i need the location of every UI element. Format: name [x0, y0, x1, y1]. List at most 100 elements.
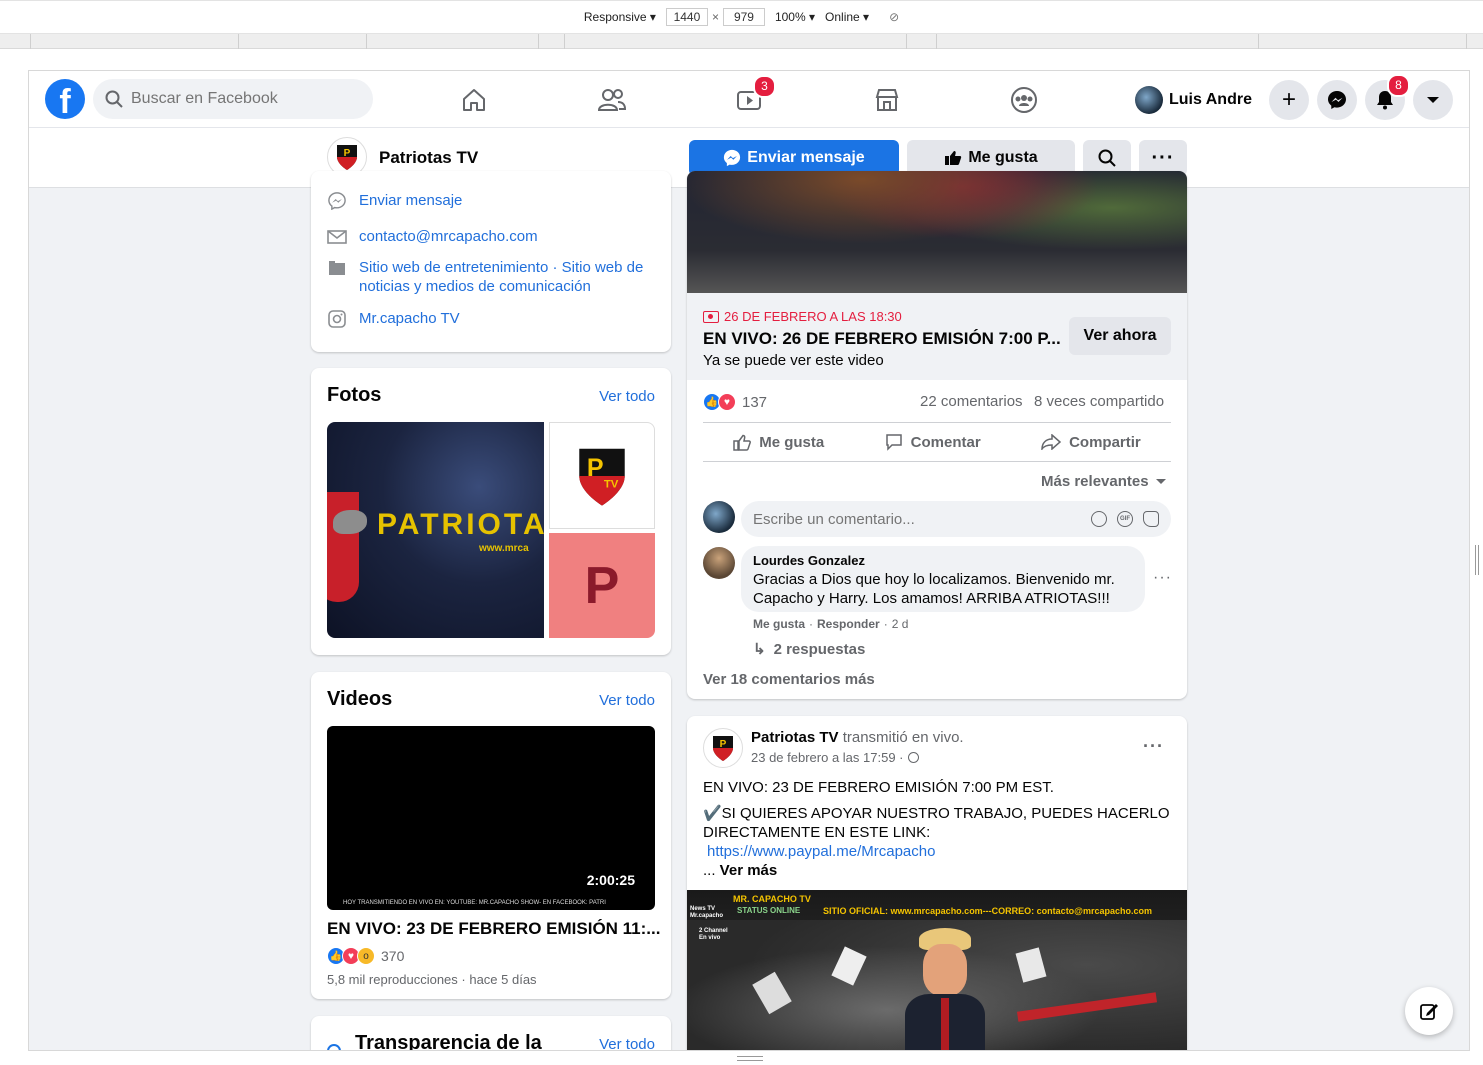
search-box[interactable] — [93, 79, 373, 119]
watch-icon[interactable]: 3 — [729, 75, 776, 119]
live-subtitle: Ya se puede ver este video — [703, 352, 884, 369]
about-categories[interactable]: Sitio web de entretenimiento · Sitio web… — [327, 258, 647, 296]
post-time[interactable]: 23 de febrero a las 17:59 · — [751, 750, 904, 765]
comment-like-link[interactable]: Me gusta — [753, 617, 805, 631]
send-message-label: Enviar mensaje — [747, 149, 865, 166]
page-title[interactable]: Patriotas TV — [379, 148, 478, 168]
photo-letter-tile[interactable]: P — [549, 533, 655, 638]
gif-icon[interactable]: GIF — [1117, 511, 1133, 527]
view-replies-link[interactable]: ↳ 2 respuestas — [753, 640, 865, 659]
about-send-message[interactable]: Enviar mensaje — [327, 191, 462, 211]
video-title[interactable]: EN VIVO: 23 DE FEBRERO EMISIÓN 11:... — [327, 919, 660, 939]
video-thumbnail[interactable]: 2:00:25 HOY TRANSMITIENDO EN VIVO EN: YO… — [327, 726, 655, 910]
photo-logo[interactable]: P TV — [549, 422, 655, 529]
thumb-status: STATUS ONLINE — [737, 906, 801, 915]
post-author[interactable]: Patriotas TV — [751, 729, 839, 746]
videos-see-all-link[interactable]: Ver todo — [599, 692, 655, 709]
messenger-button[interactable] — [1317, 80, 1357, 120]
profile-name: Luis Andre — [1169, 91, 1252, 108]
viewport-width-input[interactable]: 1440 — [665, 8, 708, 26]
profile-shortcut[interactable]: Luis Andre — [1135, 83, 1252, 117]
comment-author[interactable]: Lourdes Gonzalez — [753, 553, 1133, 568]
post-text: EN VIVO: 23 DE FEBRERO EMISIÓN 7:00 PM E… — [703, 778, 1173, 880]
about-email[interactable]: contacto@mrcapacho.com — [327, 227, 538, 247]
facebook-logo-icon[interactable]: f — [45, 79, 85, 119]
instagram-icon — [327, 309, 347, 329]
zoom-dropdown[interactable]: 100% ▾ — [775, 10, 815, 24]
search-icon — [1098, 149, 1116, 167]
dimension-separator: × — [711, 10, 719, 24]
letter-tile-text: P — [584, 556, 620, 615]
marketplace-icon[interactable] — [867, 81, 907, 119]
svg-text:P: P — [720, 739, 727, 750]
photos-see-all-link[interactable]: Ver todo — [599, 388, 655, 405]
avatar[interactable] — [703, 501, 735, 533]
messenger-icon — [724, 149, 741, 167]
paypal-link[interactable]: https://www.paypal.me/Mrcapacho — [707, 843, 935, 860]
banner-shield-shape — [327, 492, 359, 602]
post-video-thumbnail[interactable]: MR. CAPACHO TV STATUS ONLINE SITIO OFICI… — [687, 890, 1187, 1050]
svg-text:P: P — [587, 454, 604, 482]
video-ticker: HOY TRANSMITIENDO EN VIVO EN: YOUTUBE: M… — [343, 900, 606, 906]
thumb-channel2: 2 Channel En vivo — [699, 928, 728, 941]
video-views: 5,8 mil reproducciones · hace 5 días — [327, 972, 537, 987]
photo-banner[interactable]: PATRIOTAS www.mrca — [327, 422, 544, 638]
post-options-icon[interactable]: ··· — [1143, 736, 1164, 757]
share-button[interactable]: Compartir — [1041, 434, 1141, 451]
throttle-dropdown[interactable]: Online ▾ — [825, 10, 869, 24]
search-input[interactable] — [131, 90, 351, 108]
comment-reply-link[interactable]: Responder — [817, 617, 880, 631]
video-reactions-count: 370 — [381, 948, 405, 964]
video-reactions[interactable]: 👍 ♥ o 370 — [327, 947, 404, 965]
thumb-channel: MR. CAPACHO TV — [733, 894, 811, 904]
about-email-label: contacto@mrcapacho.com — [359, 228, 538, 245]
emoji-icon[interactable] — [1091, 511, 1107, 527]
comment-actions: Me gusta · Responder · 2 d — [753, 617, 908, 631]
notifications-button[interactable]: 8 — [1365, 74, 1410, 120]
avatar — [1135, 86, 1163, 114]
see-more-link[interactable]: Ver más — [720, 862, 778, 879]
avatar[interactable] — [703, 547, 735, 579]
comments-count[interactable]: 22 comentarios — [920, 393, 1023, 410]
comment-button[interactable]: Comentar — [885, 433, 981, 451]
watch-now-button[interactable]: Ver ahora — [1069, 317, 1171, 355]
friends-icon[interactable] — [592, 81, 632, 119]
sticker-icon[interactable] — [1143, 511, 1159, 527]
comment-input[interactable] — [753, 510, 1073, 528]
post-reactions-summary[interactable]: 👍 ♥ 137 — [703, 393, 767, 411]
like-label: Me gusta — [759, 433, 825, 451]
viewport-resize-handle-bottom[interactable] — [737, 1056, 763, 1061]
about-instagram[interactable]: Mr.capacho TV — [327, 309, 460, 329]
account-menu-button[interactable] — [1413, 80, 1453, 120]
comment-composer[interactable]: GIF — [741, 501, 1171, 537]
post-video-preview[interactable] — [687, 171, 1187, 293]
viewport-height-input[interactable]: 979 — [722, 8, 765, 26]
thumbs-up-icon — [733, 434, 752, 451]
thumb-person-figure — [905, 928, 985, 1050]
comment-sort-dropdown[interactable]: Más relevantes — [1041, 473, 1167, 490]
comment-icon — [885, 434, 902, 451]
viewport-resize-handle-right[interactable] — [1475, 545, 1479, 575]
transparency-icon — [327, 1044, 341, 1050]
home-icon[interactable] — [454, 81, 494, 119]
comment-options-icon[interactable]: ··· — [1153, 569, 1172, 587]
avatar[interactable]: P — [703, 728, 743, 768]
rotate-icon[interactable]: ⊘ — [889, 10, 899, 24]
like-button[interactable]: Me gusta — [733, 434, 824, 451]
live-title[interactable]: EN VIVO: 26 DE FEBRERO EMISIÓN 7:00 P... — [703, 329, 1061, 349]
banner-eagle-shape — [333, 510, 367, 534]
more-comments-link[interactable]: Ver 18 comentarios más — [703, 671, 875, 688]
patriotas-shield-logo: P — [713, 736, 733, 761]
transparency-see-all-link[interactable]: Ver todo — [599, 1036, 655, 1050]
shares-count[interactable]: 8 veces compartido — [1034, 393, 1164, 410]
groups-icon[interactable] — [1004, 81, 1044, 119]
device-dropdown[interactable]: Responsive ▾ — [584, 10, 656, 24]
new-message-button[interactable] — [1405, 987, 1453, 1035]
about-send-message-label: Enviar mensaje — [359, 192, 463, 209]
thumbs-up-icon — [945, 151, 962, 165]
create-button[interactable]: + — [1269, 80, 1309, 120]
top-navigation: f 3 Luis Andre + — [29, 71, 1469, 128]
caret-down-icon — [1427, 97, 1439, 103]
transparency-title: Transparencia de la — [355, 1032, 542, 1051]
about-card: Enviar mensaje contacto@mrcapacho.com Si… — [311, 171, 671, 352]
